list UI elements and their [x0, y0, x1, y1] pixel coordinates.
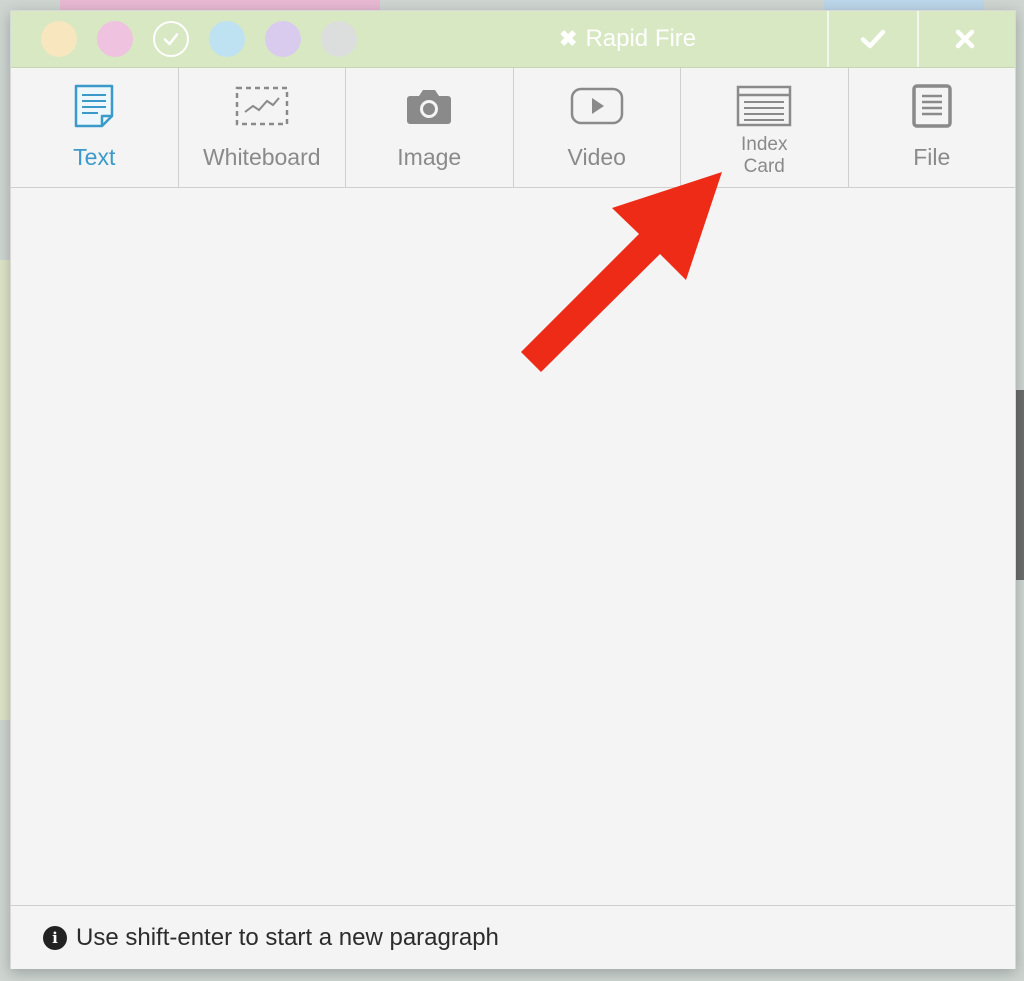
- camera-icon: [407, 90, 452, 124]
- tab-label-line: Index: [741, 134, 788, 155]
- play-icon: [570, 87, 623, 125]
- color-swatch-green-selected[interactable]: [153, 21, 189, 57]
- color-swatch-gray[interactable]: [321, 21, 357, 57]
- tab-label: Text: [73, 144, 116, 170]
- confirm-button[interactable]: [829, 11, 917, 67]
- cancel-button[interactable]: [921, 11, 1009, 67]
- info-icon: i: [43, 925, 67, 950]
- whiteboard-icon: [235, 86, 288, 126]
- tab-text[interactable]: Text: [11, 68, 179, 187]
- titlebar-divider: [917, 11, 919, 67]
- color-swatch-pink[interactable]: [97, 21, 133, 57]
- tab-file[interactable]: File: [849, 68, 1016, 187]
- tab-whiteboard[interactable]: Whiteboard: [179, 68, 346, 187]
- color-swatch-yellow[interactable]: [41, 21, 77, 57]
- tab-label: Image: [397, 144, 462, 170]
- dialog-title: ✖ Rapid Fire: [559, 23, 696, 55]
- tab-image[interactable]: Image: [346, 68, 514, 187]
- tab-label: Whiteboard: [202, 144, 321, 170]
- index-card-icon: [737, 85, 792, 127]
- color-swatch-purple[interactable]: [265, 21, 301, 57]
- text-editor-area[interactable]: [11, 188, 1015, 905]
- close-x-icon: ✖: [559, 26, 578, 51]
- dialog-titlebar: ✖ Rapid Fire: [11, 11, 1015, 68]
- dialog-footer: i Use shift-enter to start a new paragra…: [11, 905, 1015, 969]
- check-icon: [163, 33, 179, 46]
- tab-label: Index Card: [681, 134, 848, 178]
- check-icon: [860, 29, 886, 49]
- dialog-title-text: Rapid Fire: [585, 25, 697, 52]
- tab-label: Video: [567, 144, 626, 170]
- file-icon: [912, 84, 952, 128]
- rapid-fire-dialog: ✖ Rapid Fire Text Whiteboard Image Video…: [10, 10, 1016, 969]
- close-icon: [955, 29, 975, 49]
- color-swatch-blue[interactable]: [209, 21, 245, 57]
- tab-label-line: Card: [743, 156, 785, 177]
- tab-index-card[interactable]: Index Card: [681, 68, 849, 187]
- content-type-tabs: Text Whiteboard Image Video Index Card F…: [11, 68, 1015, 188]
- hint-text: Use shift-enter to start a new paragraph: [76, 923, 499, 951]
- note-icon: [75, 84, 114, 128]
- tab-video[interactable]: Video: [514, 68, 681, 187]
- tab-label: File: [913, 144, 951, 170]
